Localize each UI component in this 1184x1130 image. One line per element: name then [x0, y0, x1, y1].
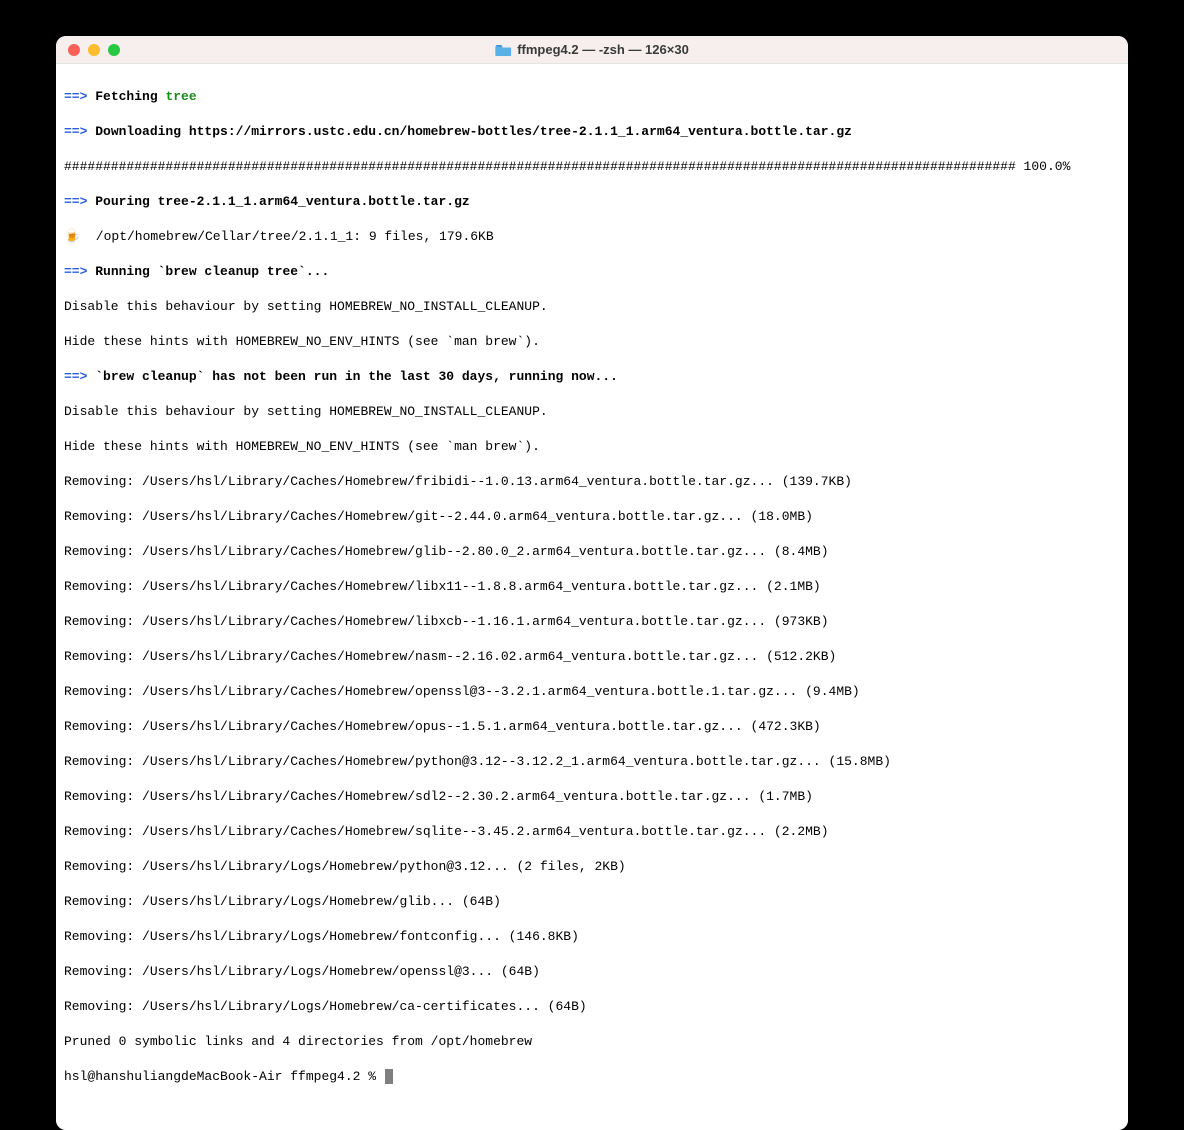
output-line: Pruned 0 symbolic links and 4 directorie… [64, 1033, 1120, 1051]
output-line: ########################################… [64, 158, 1120, 176]
output-line: ==> Fetching tree [64, 88, 1120, 106]
title-bar: ffmpeg4.2 — -zsh — 126×30 [56, 36, 1128, 64]
output-line: Removing: /Users/hsl/Library/Caches/Home… [64, 543, 1120, 561]
terminal-body[interactable]: ==> Fetching tree ==> Downloading https:… [56, 64, 1128, 1130]
output-line: Removing: /Users/hsl/Library/Caches/Home… [64, 823, 1120, 841]
output-line: ==> `brew cleanup` has not been run in t… [64, 368, 1120, 386]
output-line: Removing: /Users/hsl/Library/Logs/Homebr… [64, 893, 1120, 911]
output-line: Disable this behaviour by setting HOMEBR… [64, 403, 1120, 421]
output-line: 🍺 /opt/homebrew/Cellar/tree/2.1.1_1: 9 f… [64, 228, 1120, 246]
zoom-icon[interactable] [108, 44, 120, 56]
output-line: ==> Running `brew cleanup tree`... [64, 263, 1120, 281]
minimize-icon[interactable] [88, 44, 100, 56]
output-line: Removing: /Users/hsl/Library/Caches/Home… [64, 473, 1120, 491]
output-line: Removing: /Users/hsl/Library/Caches/Home… [64, 753, 1120, 771]
prompt-line[interactable]: hsl@hanshuliangdeMacBook-Air ffmpeg4.2 % [64, 1068, 1120, 1086]
output-line: ==> Downloading https://mirrors.ustc.edu… [64, 123, 1120, 141]
shell-prompt: hsl@hanshuliangdeMacBook-Air ffmpeg4.2 % [64, 1069, 384, 1084]
window-title-text: ffmpeg4.2 — -zsh — 126×30 [517, 42, 689, 57]
output-line: Removing: /Users/hsl/Library/Logs/Homebr… [64, 858, 1120, 876]
output-line: Removing: /Users/hsl/Library/Caches/Home… [64, 508, 1120, 526]
output-line: Disable this behaviour by setting HOMEBR… [64, 298, 1120, 316]
cursor-icon [385, 1069, 393, 1084]
output-line: Removing: /Users/hsl/Library/Logs/Homebr… [64, 963, 1120, 981]
window-title: ffmpeg4.2 — -zsh — 126×30 [495, 42, 689, 57]
output-line: Removing: /Users/hsl/Library/Caches/Home… [64, 613, 1120, 631]
output-line: Removing: /Users/hsl/Library/Caches/Home… [64, 788, 1120, 806]
output-line: ==> Pouring tree-2.1.1_1.arm64_ventura.b… [64, 193, 1120, 211]
traffic-lights [68, 44, 120, 56]
output-line: Hide these hints with HOMEBREW_NO_ENV_HI… [64, 333, 1120, 351]
output-line: Hide these hints with HOMEBREW_NO_ENV_HI… [64, 438, 1120, 456]
output-line: Removing: /Users/hsl/Library/Caches/Home… [64, 683, 1120, 701]
output-line: Removing: /Users/hsl/Library/Logs/Homebr… [64, 928, 1120, 946]
output-line: Removing: /Users/hsl/Library/Caches/Home… [64, 578, 1120, 596]
close-icon[interactable] [68, 44, 80, 56]
output-line: Removing: /Users/hsl/Library/Logs/Homebr… [64, 998, 1120, 1016]
output-line: Removing: /Users/hsl/Library/Caches/Home… [64, 718, 1120, 736]
output-line: Removing: /Users/hsl/Library/Caches/Home… [64, 648, 1120, 666]
folder-icon [495, 43, 511, 57]
terminal-window: ffmpeg4.2 — -zsh — 126×30 ==> Fetching t… [56, 36, 1128, 1130]
